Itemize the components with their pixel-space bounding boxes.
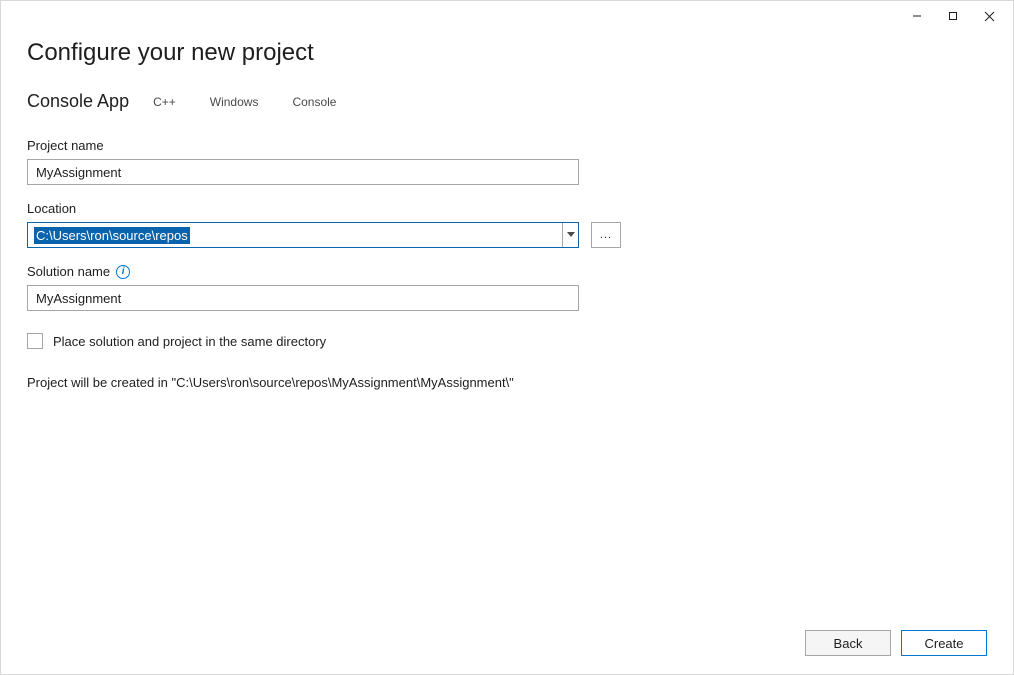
- template-name: Console App: [27, 91, 129, 112]
- info-icon[interactable]: i: [116, 265, 130, 279]
- same-directory-label: Place solution and project in the same d…: [53, 334, 326, 349]
- project-name-label: Project name: [27, 138, 987, 153]
- solution-name-label: Solution name i: [27, 264, 987, 279]
- location-dropdown-button[interactable]: [562, 223, 578, 247]
- dialog-window: Configure your new project Console App C…: [0, 0, 1014, 675]
- browse-button[interactable]: ...: [591, 222, 621, 248]
- template-tag: Console: [282, 92, 346, 112]
- content-area: Configure your new project Console App C…: [1, 31, 1013, 674]
- close-icon: [984, 11, 995, 22]
- template-row: Console App C++ Windows Console: [27, 91, 987, 112]
- template-tag: C++: [143, 92, 186, 112]
- back-button[interactable]: Back: [805, 630, 891, 656]
- location-field: Location C:\Users\ron\source\repos ...: [27, 201, 987, 248]
- titlebar: [1, 1, 1013, 31]
- chevron-down-icon: [567, 232, 575, 238]
- same-directory-row: Place solution and project in the same d…: [27, 333, 987, 349]
- solution-name-field: Solution name i: [27, 264, 987, 311]
- creation-path-text: Project will be created in "C:\Users\ron…: [27, 375, 987, 390]
- solution-name-input[interactable]: [27, 285, 579, 311]
- close-button[interactable]: [971, 4, 1007, 28]
- same-directory-checkbox[interactable]: [27, 333, 43, 349]
- project-name-field: Project name: [27, 138, 987, 185]
- location-input[interactable]: C:\Users\ron\source\repos: [28, 223, 562, 247]
- maximize-icon: [948, 11, 958, 21]
- page-title: Configure your new project: [27, 39, 987, 67]
- maximize-button[interactable]: [935, 4, 971, 28]
- minimize-button[interactable]: [899, 4, 935, 28]
- create-button[interactable]: Create: [901, 630, 987, 656]
- solution-name-label-text: Solution name: [27, 264, 110, 279]
- template-tag: Windows: [200, 92, 269, 112]
- location-value-selected: C:\Users\ron\source\repos: [34, 227, 190, 244]
- project-name-input[interactable]: [27, 159, 579, 185]
- minimize-icon: [912, 11, 922, 21]
- footer: Back Create: [27, 612, 987, 674]
- location-label: Location: [27, 201, 987, 216]
- location-combobox[interactable]: C:\Users\ron\source\repos: [27, 222, 579, 248]
